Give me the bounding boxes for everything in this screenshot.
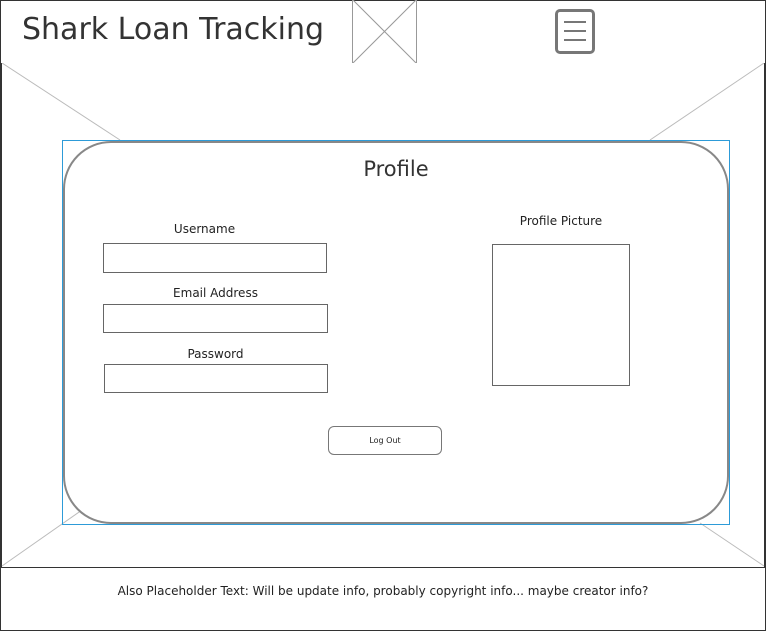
app-title: Shark Loan Tracking: [22, 12, 325, 47]
logo-image-placeholder: [352, 0, 417, 63]
profile-title: Profile: [363, 157, 429, 181]
username-label: Username: [173, 222, 236, 236]
password-label: Password: [187, 347, 244, 361]
footer-text: Also Placeholder Text: Will be update in…: [117, 584, 649, 598]
footer-bar: [0, 567, 766, 631]
email-input[interactable]: [103, 304, 328, 333]
password-input[interactable]: [104, 364, 328, 393]
logout-button[interactable]: Log Out: [328, 426, 442, 455]
profile-picture-placeholder[interactable]: [492, 244, 630, 386]
email-label: Email Address: [173, 286, 258, 300]
profile-picture-label: Profile Picture: [519, 214, 603, 228]
hamburger-menu-icon[interactable]: [555, 9, 595, 54]
username-input[interactable]: [103, 243, 327, 273]
